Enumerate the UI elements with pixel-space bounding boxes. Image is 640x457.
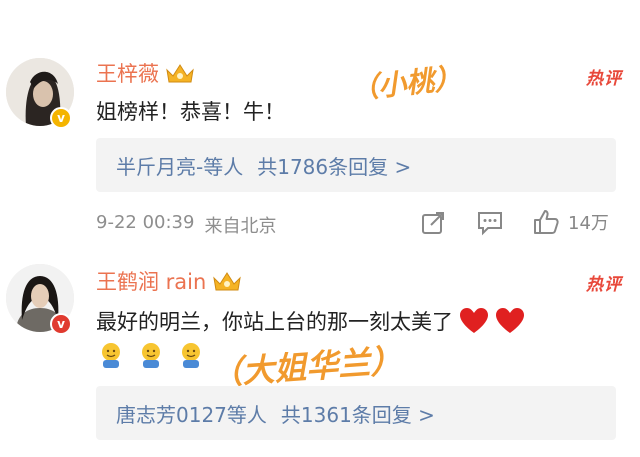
emoji-row: [96, 340, 206, 370]
verified-badge-icon: v: [50, 107, 72, 129]
heart-emoji-icon: [460, 308, 488, 333]
username-text[interactable]: 王鹤润 rain: [96, 266, 206, 296]
reply-preview-users[interactable]: 唐志芳0127等人: [116, 399, 267, 428]
like-count: 14万: [568, 213, 609, 234]
hot-comment-tag: 热评: [586, 69, 622, 89]
crown-badge-icon: [166, 64, 194, 83]
reply-preview-box[interactable]: 半斤月亮-等人 共1786条回复 >: [96, 138, 616, 192]
hug-emoji-icon: [142, 343, 160, 368]
comment-icon: [478, 212, 502, 236]
verified-badge-icon: v: [50, 313, 72, 335]
comment-text: 姐榜样！恭喜！牛！: [96, 100, 285, 124]
comment-text: 最好的明兰，你站上台的那一刻太美了: [96, 306, 525, 336]
username[interactable]: 王鹤润 rain: [96, 266, 242, 296]
username[interactable]: 王梓薇: [96, 58, 195, 88]
reply-count-link[interactable]: 共1786条回复 >: [257, 151, 411, 180]
reply-preview-box[interactable]: 唐志芳0127等人 共1361条回复 >: [96, 386, 616, 440]
like-icon: [534, 210, 559, 234]
share-button[interactable]: [420, 210, 446, 236]
username-text[interactable]: 王梓薇: [96, 58, 159, 88]
comment-button[interactable]: [476, 210, 504, 236]
comment-meta: 9-22 00:39 来自北京: [96, 212, 276, 238]
like-button[interactable]: 14万: [532, 208, 609, 236]
reply-preview-users[interactable]: 半斤月亮-等人: [116, 151, 243, 180]
heart-emoji-icon: [496, 308, 524, 333]
comment-2: v 王鹤润 rain 热评 最好的明兰，你站上台的那一刻太美了 （大姐华兰） 唐…: [0, 250, 640, 457]
comment-date: 9-22 00:39: [96, 212, 195, 233]
comment-source: 来自北京: [204, 216, 277, 237]
hug-emoji-icon: [182, 343, 200, 368]
annotation-label: （小桃）: [348, 61, 464, 106]
comment-1: v 王梓薇 热评 姐榜样！恭喜！牛！ （小桃） 半斤月亮-等人 共1786条回复…: [0, 0, 640, 250]
crown-badge-icon: [213, 272, 242, 291]
reply-count-link[interactable]: 共1361条回复 >: [281, 399, 435, 428]
hug-emoji-icon: [102, 343, 120, 368]
comment-text-body: 最好的明兰，你站上台的那一刻太美了: [96, 310, 453, 334]
share-icon: [422, 212, 444, 234]
hot-comment-tag: 热评: [586, 275, 622, 295]
